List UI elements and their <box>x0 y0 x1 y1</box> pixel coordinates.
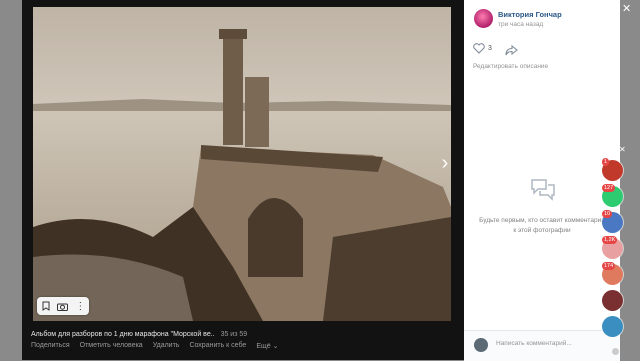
share-arrow-icon <box>505 44 518 56</box>
current-user-avatar <box>474 338 488 352</box>
comment-input[interactable]: Написать комментарий... <box>496 340 572 347</box>
like-count: 3 <box>488 45 492 52</box>
album-title-link[interactable]: Альбом для разборов по 1 дню марафона "М… <box>31 331 215 338</box>
side-chat-bubble[interactable]: 174 <box>602 262 623 285</box>
close-chats-icon[interactable]: ✕ <box>619 145 626 154</box>
comment-bar: Написать комментарий... <box>464 330 620 361</box>
chat-more-icon[interactable] <box>612 348 619 355</box>
save-action[interactable]: Сохранить к себе <box>189 342 246 350</box>
chat-badge: 127 <box>602 184 616 192</box>
more-action[interactable]: Ещё ⌄ <box>256 342 278 350</box>
album-caption: Альбом для разборов по 1 дню марафона "М… <box>31 331 247 338</box>
photo-counter: 35 из 59 <box>220 331 248 338</box>
info-panel: Виктория Гончар три часа назад 3 Редакти… <box>464 0 620 361</box>
photo-image[interactable] <box>33 7 451 321</box>
next-photo-chevron-icon[interactable]: › <box>436 152 454 174</box>
edit-description-link[interactable]: Редактировать описание <box>473 63 548 70</box>
side-chat-bubble[interactable]: 1 <box>602 158 623 181</box>
side-chat-bubble[interactable]: 1,2K <box>602 236 623 259</box>
comments-empty-text: Будьте первым, кто оставит комментарий к… <box>479 217 605 234</box>
painting-seascape-image <box>33 7 451 321</box>
post-time: три часа назад <box>498 21 544 28</box>
side-chat-bubble[interactable] <box>602 316 623 337</box>
author-name-link[interactable]: Виктория Гончар <box>498 10 562 19</box>
chat-badge: 10 <box>602 210 613 218</box>
delete-action[interactable]: Удалить <box>153 342 180 350</box>
close-icon[interactable]: ✕ <box>622 4 631 15</box>
heart-icon <box>473 43 485 54</box>
photo-actions: Поделиться Отметить человека Удалить Сох… <box>31 342 278 350</box>
side-chat-bubble[interactable]: 10 <box>602 210 623 233</box>
chat-badge: 174 <box>602 262 616 270</box>
author-avatar[interactable] <box>474 9 493 28</box>
tag-person-action[interactable]: Отметить человека <box>80 342 143 350</box>
share-button[interactable] <box>505 43 518 61</box>
side-chat-bubble[interactable] <box>602 290 623 311</box>
more-icon[interactable]: ⋮ <box>73 299 87 313</box>
comments-empty-icon <box>530 178 556 207</box>
share-action[interactable]: Поделиться <box>31 342 70 350</box>
chat-badge: 1 <box>602 158 610 166</box>
photo-toolbar: ⋮ <box>37 297 89 315</box>
chat-badge: 1,2K <box>602 236 618 244</box>
side-chat-bubble[interactable]: 127 <box>602 184 623 207</box>
camera-icon[interactable] <box>56 299 70 313</box>
like-button[interactable]: 3 <box>473 43 492 54</box>
bookmark-icon[interactable] <box>39 299 53 313</box>
